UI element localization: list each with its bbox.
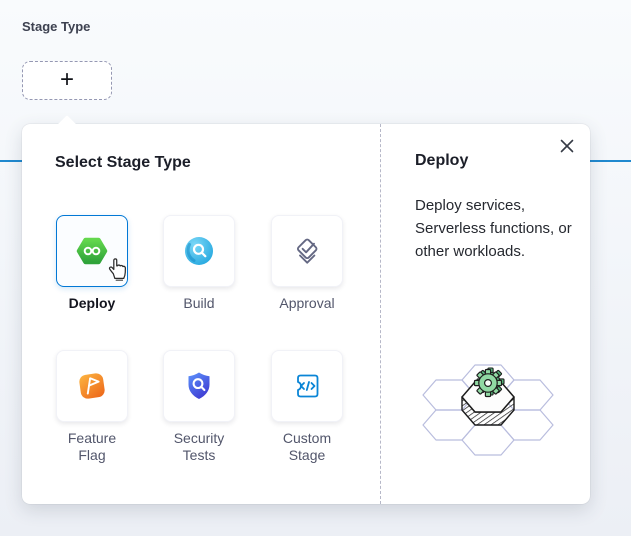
panel-separator [380, 124, 381, 504]
detail-description: Deploy services, Serverless functions, o… [415, 194, 577, 263]
hexagon-platform-gear-illustration [420, 352, 590, 474]
stage-tile-custom-stage[interactable] [271, 350, 343, 422]
ci-circle-magnifier-icon [183, 235, 215, 267]
select-stage-type-popover: Select Stage Type [22, 124, 590, 504]
pipeline-canvas-line-right [590, 160, 631, 162]
detail-title: Deploy [415, 152, 468, 170]
stage-tile-build[interactable] [163, 215, 235, 287]
cd-hexagon-infinity-icon [76, 235, 108, 267]
popover-title: Select Stage Type [55, 154, 191, 172]
add-stage-button[interactable]: + [22, 61, 112, 100]
x-icon [559, 138, 575, 154]
stage-tile-label-security-tests: Security Tests [163, 430, 235, 464]
popover-caret [57, 115, 77, 135]
stage-tile-label-feature-flag: Feature Flag [56, 430, 128, 464]
diamond-check-icon [291, 235, 323, 267]
stage-tile-label-approval: Approval [271, 295, 343, 312]
stage-tile-feature-flag[interactable] [56, 350, 128, 422]
pipeline-canvas-line-left [0, 160, 22, 162]
stage-tile-label-build: Build [163, 295, 235, 312]
stage-tile-deploy[interactable] [56, 215, 128, 287]
stage-tile-security-tests[interactable] [163, 350, 235, 422]
stage-type-label: Stage Type [22, 19, 90, 34]
stage-tile-label-deploy: Deploy [56, 295, 128, 312]
flag-icon [76, 370, 108, 402]
shield-magnifier-icon [183, 370, 215, 402]
stage-tile-label-custom-stage: Custom Stage [271, 430, 343, 464]
stage-tile-approval[interactable] [271, 215, 343, 287]
close-button[interactable] [557, 136, 577, 156]
plus-icon: + [60, 68, 74, 92]
stage-code-icon [291, 370, 323, 402]
